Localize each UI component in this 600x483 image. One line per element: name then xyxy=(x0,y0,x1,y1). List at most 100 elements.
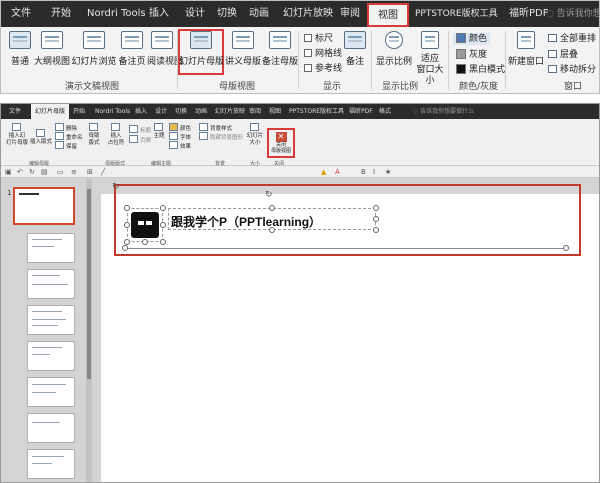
slide-size-button[interactable]: 幻灯片 大小 xyxy=(245,123,265,147)
zoom-button[interactable]: 显示比例 xyxy=(375,31,413,73)
line-icon[interactable]: ╱ xyxy=(101,168,105,176)
tab-foxit-pdf[interactable]: 福昕PDF xyxy=(349,104,373,119)
insert-slide-master-button[interactable]: 插入幻 灯片母版 xyxy=(5,123,29,147)
tab-foxit-pdf[interactable]: 福昕PDF xyxy=(509,1,548,27)
tab-design[interactable]: 设计 xyxy=(185,1,205,27)
notes-page-button[interactable]: 备注页 xyxy=(117,31,147,73)
layout-thumbnail[interactable] xyxy=(27,377,75,407)
tab-view[interactable]: 视图 xyxy=(269,104,281,119)
move-split-button[interactable]: 移动拆分 xyxy=(548,64,596,76)
italic-icon[interactable]: I xyxy=(373,168,375,176)
resize-handle[interactable] xyxy=(160,222,166,228)
tab-animations[interactable]: 动画 xyxy=(195,104,207,119)
tab-pptstore[interactable]: PPTSTORE版权工具 xyxy=(415,1,498,27)
redo-icon[interactable]: ↻ xyxy=(29,168,35,176)
tab-file[interactable]: 文件 xyxy=(11,1,31,27)
layout-thumbnail[interactable] xyxy=(27,233,75,263)
grayscale-option[interactable]: 灰度 xyxy=(456,49,487,61)
black-white-option[interactable]: 黑白模式 xyxy=(456,64,505,76)
tab-nordri-tools[interactable]: Nordri Tools xyxy=(95,104,130,119)
line-endpoint-handle[interactable] xyxy=(563,245,569,251)
tab-slideshow[interactable]: 幻灯片放映 xyxy=(215,104,245,119)
tab-transitions[interactable]: 切换 xyxy=(175,104,187,119)
notes-button[interactable]: 备注 xyxy=(343,31,367,73)
highlight-icon[interactable]: ▲ xyxy=(321,168,326,176)
rotate-handle-icon[interactable]: ↻ xyxy=(112,182,120,192)
effects-button[interactable]: 效果 xyxy=(169,141,191,151)
tab-insert[interactable]: 插入 xyxy=(135,104,147,119)
save-icon[interactable]: ▣ xyxy=(5,168,12,176)
hide-background-checkbox[interactable]: 隐藏背景图形 xyxy=(199,132,243,142)
gridlines-checkbox[interactable]: 网格线 xyxy=(304,48,342,60)
tab-pptstore[interactable]: PPTSTORE版权工具 xyxy=(289,104,344,119)
outline-view-button[interactable]: 大纲视图 xyxy=(33,31,71,73)
new-window-button[interactable]: 新建窗口 xyxy=(507,31,545,73)
resize-handle[interactable] xyxy=(373,227,379,233)
normal-view-button[interactable]: 普通 xyxy=(7,31,33,73)
layout-thumbnail[interactable] xyxy=(27,269,75,299)
tab-view[interactable]: 视图 xyxy=(367,3,409,27)
line-endpoint-handle[interactable] xyxy=(122,245,128,251)
scrollbar-thumb[interactable] xyxy=(87,189,91,379)
master-thumbnail[interactable] xyxy=(13,187,75,225)
resize-handle[interactable] xyxy=(124,205,130,211)
undo-icon[interactable]: ↶ xyxy=(17,168,23,176)
resize-handle[interactable] xyxy=(160,239,166,245)
arrange-all-button[interactable]: 全部重排 xyxy=(548,33,596,45)
tab-review[interactable]: 审阅 xyxy=(340,1,360,27)
insert-placeholder-button[interactable]: 插入 占位符 xyxy=(105,123,127,147)
tab-insert[interactable]: 插入 xyxy=(149,1,169,27)
resize-handle[interactable] xyxy=(142,239,148,245)
color-option[interactable]: 颜色 xyxy=(453,33,491,45)
notes-master-button[interactable]: 备注母版 xyxy=(261,31,299,73)
master-layout-button[interactable]: 母版 版式 xyxy=(85,123,103,147)
rotate-handle-icon[interactable]: ↻ xyxy=(265,190,273,200)
reading-view-button[interactable]: 阅读视图 xyxy=(147,31,183,73)
preserve-button[interactable]: 保留 xyxy=(55,141,77,151)
tab-animations[interactable]: 动画 xyxy=(249,1,269,27)
text-align-icon[interactable]: ≡ xyxy=(71,168,77,176)
handout-master-button[interactable]: 讲义母版 xyxy=(225,31,261,73)
resize-handle[interactable] xyxy=(160,205,166,211)
tell-me-search[interactable]: ◌ 告诉我你想要做什么 xyxy=(413,104,474,119)
close-master-view-button[interactable]: ✕ 关闭 母版视图 xyxy=(267,128,295,158)
tab-home[interactable]: 开始 xyxy=(73,104,85,119)
layout-thumbnail[interactable] xyxy=(27,341,75,371)
star-icon[interactable]: ★ xyxy=(385,168,391,176)
shape-icon[interactable]: ▭ xyxy=(57,168,64,176)
fit-to-window-button[interactable]: 适应 窗口大小 xyxy=(415,31,445,86)
tab-home[interactable]: 开始 xyxy=(51,1,71,27)
layout-thumbnail[interactable] xyxy=(27,413,75,443)
divider-line[interactable] xyxy=(125,248,566,249)
footer-checkbox[interactable]: 页脚 xyxy=(129,135,151,145)
arrange-icon[interactable]: ⊞ xyxy=(87,168,93,176)
cascade-button[interactable]: 层叠 xyxy=(548,49,578,61)
tab-slideshow[interactable]: 幻灯片放映 xyxy=(283,1,333,27)
title-checkbox[interactable]: 标题 xyxy=(129,125,151,135)
insert-layout-button[interactable]: 插入版式 xyxy=(29,129,53,146)
layout-thumbnail[interactable] xyxy=(27,449,75,479)
theme-button[interactable]: 主题 xyxy=(151,123,167,140)
tab-design[interactable]: 设计 xyxy=(155,104,167,119)
tab-review[interactable]: 审阅 xyxy=(249,104,261,119)
tab-nordri-tools[interactable]: Nordri Tools xyxy=(87,1,146,27)
tab-file[interactable]: 文件 xyxy=(9,104,21,119)
tab-format[interactable]: 格式 xyxy=(379,104,391,119)
bold-icon[interactable]: B xyxy=(361,168,366,176)
slide-sorter-button[interactable]: 幻灯片浏览 xyxy=(71,31,117,73)
resize-handle[interactable] xyxy=(269,227,275,233)
ruler-checkbox[interactable]: 标尺 xyxy=(304,33,333,45)
tell-me-search[interactable]: ◌ 告诉我你想 xyxy=(546,1,599,27)
slide-master-button[interactable]: 幻灯片母版 xyxy=(179,31,224,73)
thumbnail-scrollbar[interactable] xyxy=(86,179,92,482)
font-color-icon[interactable]: A xyxy=(335,168,340,176)
resize-handle[interactable] xyxy=(373,216,379,222)
resize-handle[interactable] xyxy=(269,205,275,211)
resize-handle[interactable] xyxy=(373,205,379,211)
slide-title-text[interactable]: 跟我学个P（PPTlearning） xyxy=(171,213,321,230)
resize-handle[interactable] xyxy=(124,222,130,228)
layout-thumbnail[interactable] xyxy=(27,305,75,335)
tab-transitions[interactable]: 切换 xyxy=(217,1,237,27)
tab-slide-master[interactable]: 幻灯片母版 xyxy=(31,104,70,119)
guides-checkbox[interactable]: 参考线 xyxy=(304,63,342,75)
